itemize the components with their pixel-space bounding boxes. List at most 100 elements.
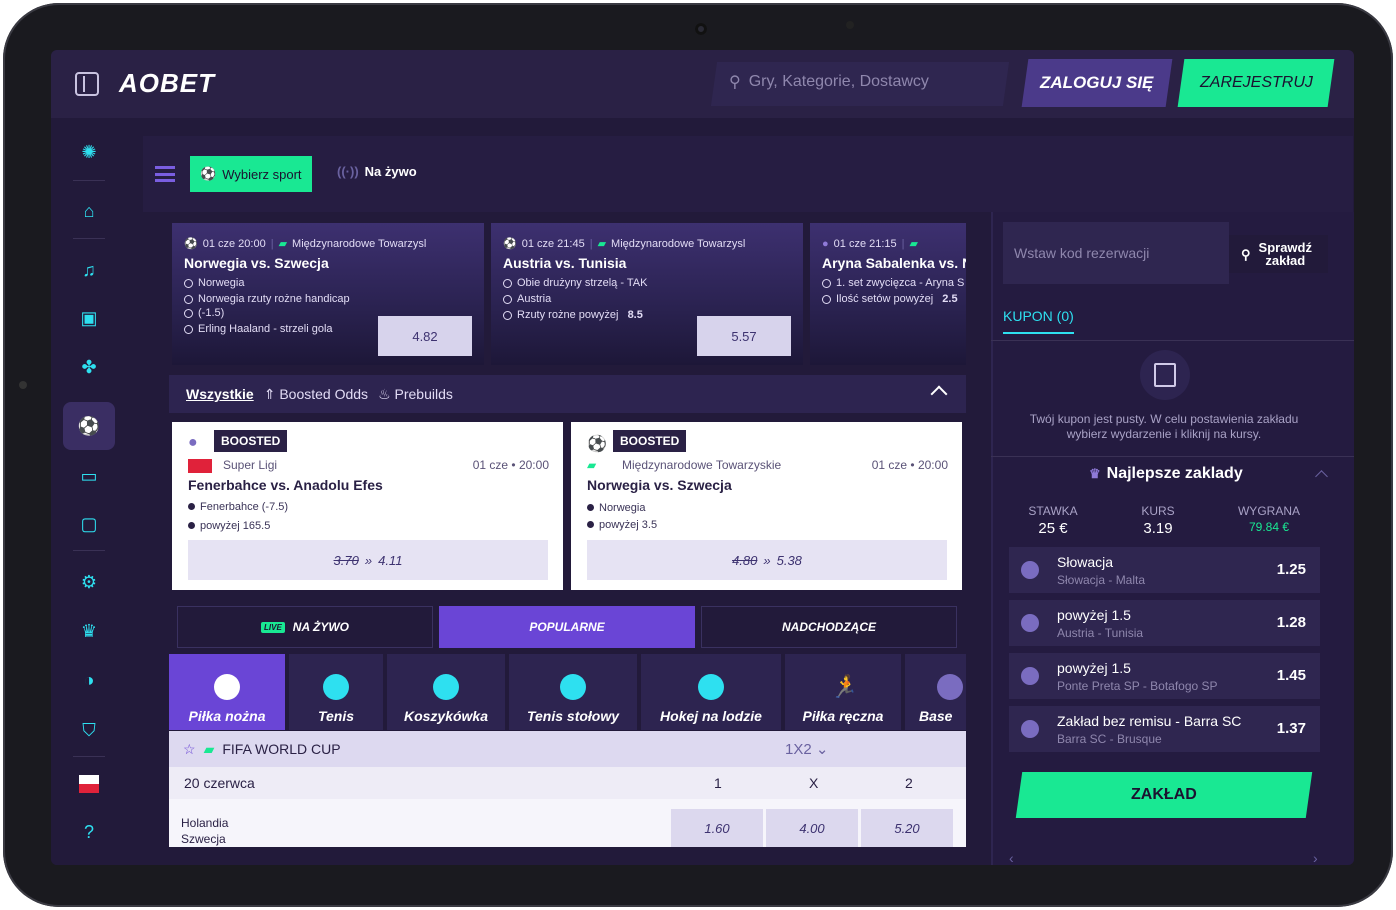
boosted-filter[interactable]: ⇑ Boosted Odds: [264, 386, 368, 403]
col-header-2: 2: [905, 775, 913, 791]
hamburger-icon[interactable]: [155, 166, 175, 182]
odds-away-button[interactable]: 5.20: [861, 809, 953, 847]
flag-pl-icon[interactable]: [71, 766, 107, 802]
sport-tab-football[interactable]: Piłka nożna: [169, 654, 285, 730]
live-icon[interactable]: ▭: [71, 458, 107, 494]
filter-prebuilds-label: Prebuilds: [394, 385, 453, 402]
bet-selection: Słowacja: [1057, 554, 1114, 570]
shop-icon[interactable]: ⛉: [71, 712, 107, 748]
card-selection: Austria: [503, 293, 551, 305]
bet-selection: Zakład bez remisu - Barra SC: [1057, 713, 1242, 729]
market-selector[interactable]: 1X2 ⌄: [785, 740, 828, 758]
card-league: Międzynarodowe Towarzysl: [292, 237, 427, 250]
divider: [991, 456, 1354, 457]
trophy-icon: ♛: [1089, 466, 1101, 481]
date-row: 20 czerwca 1 X 2: [169, 767, 966, 799]
odds-draw-button[interactable]: 4.00: [766, 809, 858, 847]
sport-tab-label: Tenis stołowy: [526, 708, 620, 724]
sport-tab-handball[interactable]: 🏃 Piłka ręczna: [785, 654, 901, 730]
event-date: 20 czerwca: [184, 775, 255, 791]
chevron-down-icon: ⌄: [815, 741, 829, 758]
top-bet-item[interactable]: powyżej 1.5 Ponte Preta SP - Botafogo SP 1…: [1009, 653, 1320, 699]
chevron-right-icon[interactable]: ›: [1313, 850, 1318, 865]
tv-icon[interactable]: ▢: [71, 506, 107, 542]
card-league: Międzynarodowe Towarzysl: [611, 237, 746, 250]
card-selection: Norwegia rzuty rożne handicap: [184, 293, 350, 305]
bet-event: Barra SC - Brusque: [1057, 732, 1162, 746]
settings-icon[interactable]: ⚙: [71, 564, 107, 600]
soccer-ball-icon: ⚽: [200, 166, 217, 181]
logo[interactable]: AOBET: [119, 68, 215, 99]
place-bet-button[interactable]: ZAKŁAD: [1015, 772, 1313, 818]
world-map-icon: ▰: [278, 238, 288, 250]
tab-upcoming[interactable]: NADCHODZĄCE: [701, 606, 957, 648]
booking-code-input[interactable]: Wstaw kod rezerwacji: [1003, 222, 1229, 284]
sport-tab-basketball[interactable]: Koszykówka: [387, 654, 505, 730]
prebuilds-filter[interactable]: ♨ Prebuilds: [378, 386, 453, 403]
sport-tab-baseball[interactable]: Base: [905, 654, 966, 730]
tab-live-label: NA ŻYWO: [292, 620, 349, 634]
featured-card[interactable]: ⚽ 01 cze 21:45 | ▰ Międzynarodowe Towarzysl …: [491, 223, 803, 365]
ball-icon[interactable]: ◑: [71, 662, 107, 698]
card-selection: Norwegia: [184, 277, 244, 289]
boosted-odds-button[interactable]: 3.70 » 4.11: [188, 540, 548, 580]
live-link[interactable]: ((·)) Na żywo: [337, 164, 417, 179]
sidebar-toggle-icon[interactable]: [75, 72, 99, 96]
card-meta: ● 01 cze 21:15 | ▰: [822, 237, 918, 251]
sport-tabs: Piłka nożna Tenis Koszykówka Tenis stoło…: [169, 654, 966, 730]
app-screen: AOBET ⚲ Gry, Kategorie, Dostawcy ZALOGUJ…: [51, 50, 1354, 865]
filter-all-tab[interactable]: Wszystkie: [186, 386, 254, 402]
boosted-match: Fenerbahce vs. Anadolu Efes: [188, 477, 383, 493]
tab-popular[interactable]: POPULARNE: [439, 606, 695, 648]
login-button[interactable]: ZALOGUJ SIĘ: [1021, 59, 1173, 107]
boosted-leg: powyżej 165.5: [187, 520, 271, 532]
odds-home-button[interactable]: 1.60: [671, 809, 763, 847]
featured-card[interactable]: ● 01 cze 21:15 | ▰ Aryna Sabalenka vs. N 1.…: [810, 223, 966, 365]
document-icon: [1140, 350, 1190, 400]
featured-card[interactable]: ⚽ 01 cze 20:00 | ▰ Międzynarodowe Towarzysl …: [172, 223, 484, 365]
sport-tab-table-tennis[interactable]: Tenis stołowy: [509, 654, 637, 730]
music-icon[interactable]: ♫: [71, 252, 107, 288]
world-map-icon: ▰: [597, 238, 607, 250]
stat-label: STAWKA: [1028, 504, 1078, 518]
slots-icon[interactable]: ▣: [71, 300, 107, 336]
chevron-left-icon[interactable]: ‹: [1009, 850, 1014, 865]
sport-tab-tennis[interactable]: Tenis: [289, 654, 383, 730]
card-selection: Erling Haaland - strzeli gola: [184, 323, 333, 335]
top-bets-header[interactable]: ♛ Najlepsze zaklady: [1089, 465, 1243, 483]
card-title: Austria vs. Tunisia: [503, 255, 627, 271]
trophy-icon[interactable]: ♛: [71, 613, 107, 649]
card-odds-button[interactable]: 5.57: [697, 316, 791, 356]
live-badge: LIVE: [261, 621, 285, 633]
old-odds: 4.80: [732, 552, 758, 568]
boosted-odds-button[interactable]: 4.80 » 5.38: [587, 540, 947, 580]
tennis-ball-icon: [323, 674, 349, 700]
top-bet-item[interactable]: Zakład bez remisu - Barra SC Barra SC - B…: [1009, 706, 1320, 752]
bet-event: Słowacja - Malta: [1057, 573, 1146, 587]
top-bet-item[interactable]: Słowacja Słowacja - Malta 1.25: [1009, 547, 1320, 593]
match-row[interactable]: Holandia Szwecja 1.60 4.00 5.20: [169, 799, 966, 847]
select-sport-button[interactable]: ⚽ Wybierz sport: [190, 156, 312, 192]
card-odds-button[interactable]: 4.82: [378, 316, 472, 356]
sport-tab-ice-hockey[interactable]: Hokej na lodzie: [641, 654, 781, 730]
search-input[interactable]: ⚲ Gry, Kategorie, Dostawcy: [729, 72, 929, 92]
card-title: Aryna Sabalenka vs. N: [822, 255, 966, 271]
flame-icon: ♨: [378, 385, 391, 402]
star-icon[interactable]: ☆: [183, 741, 196, 758]
card-date: 01 cze 20:00: [202, 237, 266, 250]
check-bet-button[interactable]: ⚲ Sprawdź zakład: [1229, 235, 1328, 273]
boosted-league: Międzynarodowe Towarzyskie: [622, 458, 782, 472]
home-icon[interactable]: ⌂: [71, 193, 107, 229]
filter-boosted-label: Boosted Odds: [279, 385, 369, 402]
top-bet-item[interactable]: powyżej 1.5 Austria - Tunisia 1.28: [1009, 600, 1320, 646]
help-icon[interactable]: ?: [71, 814, 107, 850]
sport-tab-label: Koszykówka: [403, 708, 489, 724]
sports-icon[interactable]: ⚽: [63, 402, 115, 450]
tab-coupon[interactable]: KUPON (0): [1003, 308, 1074, 334]
nav-divider: [73, 756, 105, 757]
card-selection: Rzuty rożne powyżej 8.5: [503, 309, 643, 321]
clover-icon[interactable]: ✤: [71, 349, 107, 385]
promo-icon[interactable]: ✺: [71, 134, 107, 170]
tab-live[interactable]: LIVE NA ŻYWO: [177, 606, 433, 648]
register-button[interactable]: ZAREJESTRUJ: [1177, 59, 1335, 107]
